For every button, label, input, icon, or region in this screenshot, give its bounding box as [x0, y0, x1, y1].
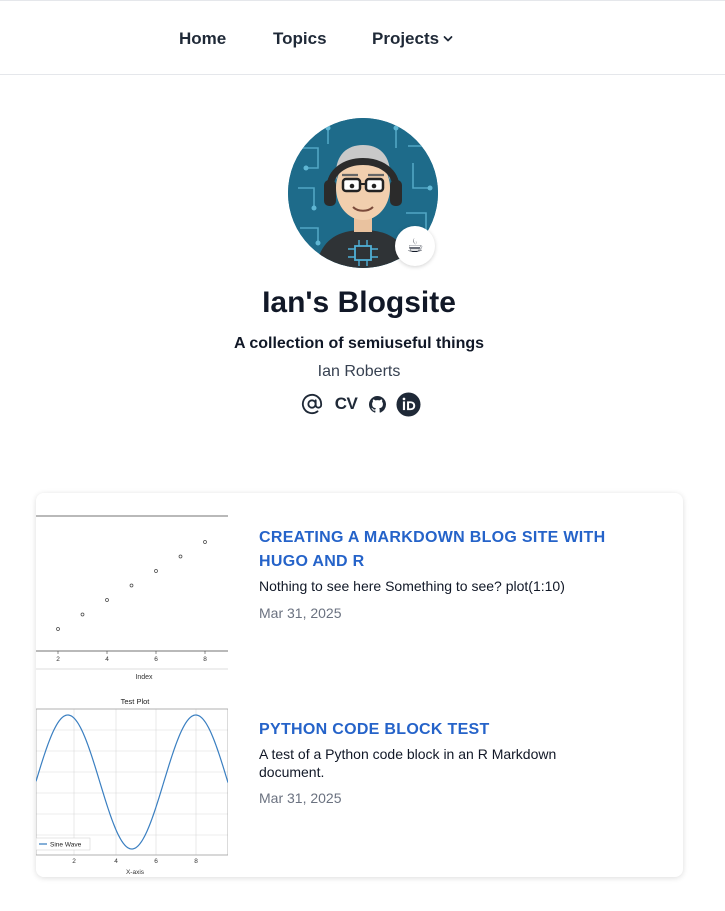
orcid-icon[interactable]	[395, 391, 421, 417]
scatter-point	[129, 583, 134, 588]
tick-label: 8	[194, 858, 198, 865]
tick-label: 8	[203, 656, 207, 663]
post-thumbnail[interactable]: Test Plot 2 4 6 8 Sine Wave X-axis	[36, 693, 229, 877]
tick-label: 2	[72, 858, 76, 865]
post-date: Mar 31, 2025	[259, 790, 342, 806]
scatter-point	[203, 540, 207, 544]
post-summary: Nothing to see here Something to see? pl…	[259, 578, 565, 594]
tick-label: 2	[56, 656, 60, 663]
scatter-point	[178, 554, 183, 559]
tick-label: 4	[114, 858, 118, 865]
nav-topics-link[interactable]: Topics	[273, 29, 327, 49]
scatter-point	[105, 598, 109, 602]
thumb2-title: Test Plot	[121, 697, 151, 706]
site-subtitle: A collection of semiuseful things	[233, 335, 485, 352]
chart-legend: Sine Wave	[36, 837, 91, 851]
post-list-card: 2 4 6 8 Index CREATING A MARKDOWN BLOG SITE…	[36, 493, 683, 877]
nav-home-link[interactable]: Home	[179, 29, 226, 49]
top-navigation: Home Topics Projects	[0, 0, 725, 75]
tick-label: 6	[154, 858, 158, 865]
nav-projects-dropdown[interactable]: Projects	[372, 29, 453, 49]
github-icon[interactable]	[367, 394, 387, 414]
post-summary: A test of a Python code block in an R Ma…	[259, 746, 557, 780]
post-date: Mar 31, 2025	[259, 605, 342, 621]
post-title-link[interactable]: PYTHON CODE BLOCK TEST	[259, 718, 619, 742]
at-sign-icon[interactable]	[300, 392, 324, 416]
nav-projects-label: Projects	[372, 29, 440, 48]
scatter-point	[154, 569, 158, 573]
thumb2-xlabel: X-axis	[126, 869, 145, 876]
scatter-point	[56, 627, 60, 631]
author-name: Ian Roberts	[317, 363, 401, 380]
scatter-point	[80, 612, 85, 617]
coffee-icon: ☕	[406, 235, 424, 257]
chevron-down-icon	[443, 35, 453, 41]
legend-label: Sine Wave	[50, 842, 82, 849]
site-title: Ian's Blogsite	[262, 286, 456, 319]
tick-label: 4	[105, 656, 109, 663]
post-thumbnail[interactable]: 2 4 6 8 Index	[36, 493, 228, 685]
social-links: CV	[300, 391, 421, 417]
post-title-link[interactable]: CREATING A MARKDOWN BLOG SITE WITH HUGO …	[259, 526, 619, 574]
thumb1-xlabel: Index	[135, 674, 153, 681]
status-badge: ☕	[395, 226, 435, 266]
tick-label: 6	[154, 656, 158, 663]
cv-icon[interactable]: CV	[333, 394, 359, 414]
